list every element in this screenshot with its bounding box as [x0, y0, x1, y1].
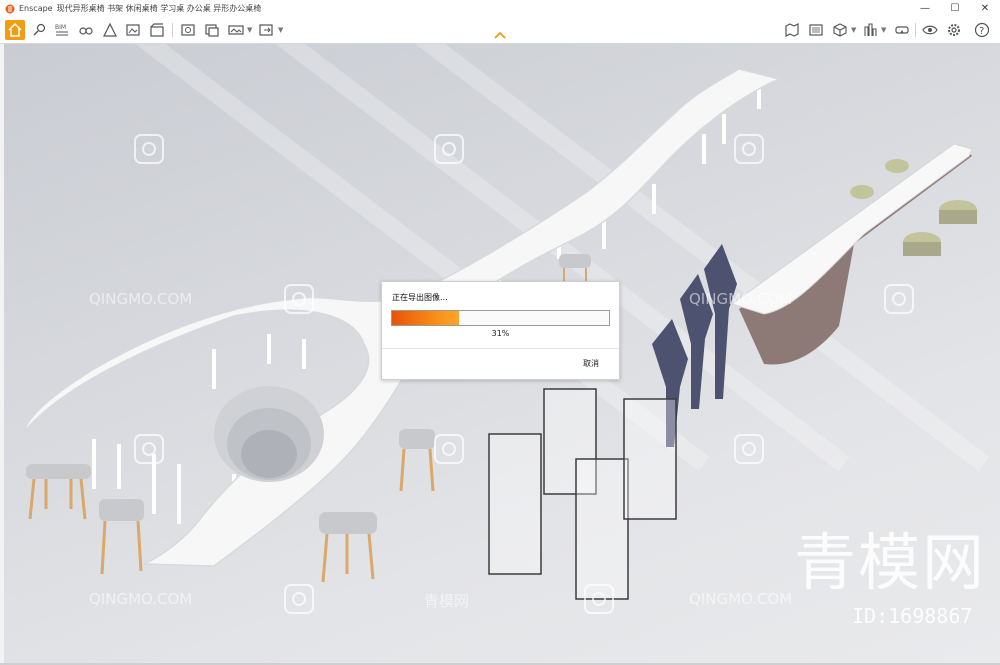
- watermark-logo-icon: [134, 134, 164, 164]
- video-icon: [150, 23, 164, 37]
- toolbar-separator: [172, 23, 173, 37]
- batch-render-button[interactable]: [202, 20, 222, 40]
- map-button[interactable]: [782, 20, 802, 40]
- title-bar: Enscape 现代异形桌椅 书架 休闲桌椅 学习桌 办公桌 异形办公桌椅 — …: [0, 0, 1000, 18]
- visual-settings-button[interactable]: [920, 20, 940, 40]
- site-context-dropdown-icon[interactable]: ▼: [881, 26, 886, 34]
- collapse-toolbar-chevron-icon[interactable]: [494, 30, 506, 40]
- export-button[interactable]: [256, 20, 276, 40]
- cube-icon: [833, 23, 847, 37]
- help-button[interactable]: ?: [972, 20, 992, 40]
- home-icon: [8, 22, 22, 37]
- magazine-racks: [488, 388, 677, 600]
- views-icon: [79, 27, 93, 35]
- watermark-logo-icon: [284, 584, 314, 614]
- dialog-title: 正在导出图像...: [392, 293, 448, 302]
- watermark-text: QINGMO.COM: [689, 590, 793, 608]
- watermark-id: ID:1698867: [852, 604, 973, 628]
- svg-text:?: ?: [979, 26, 984, 37]
- maximize-button[interactable]: ☐: [940, 0, 970, 17]
- export-progress-dialog: 正在导出图像... 31% 取消: [381, 281, 620, 380]
- live-link-icon: [33, 23, 46, 36]
- home-button[interactable]: [5, 20, 25, 40]
- screenshot-button[interactable]: [178, 20, 198, 40]
- close-button[interactable]: ✕: [970, 0, 1000, 17]
- progress-bar: [391, 310, 610, 326]
- watermark-logo-icon: [734, 134, 764, 164]
- help-icon: ?: [974, 22, 990, 38]
- export-dropdown-icon[interactable]: ▼: [278, 26, 283, 34]
- panorama-button[interactable]: [226, 20, 246, 40]
- enscape-logo-icon: [5, 4, 15, 13]
- watermark-logo-icon: [434, 134, 464, 164]
- cube-dropdown-icon[interactable]: ▼: [851, 26, 856, 34]
- watermark-brand: 青模网: [794, 526, 987, 599]
- assets-button[interactable]: [100, 20, 120, 40]
- minimize-button[interactable]: —: [910, 0, 940, 17]
- cube-button[interactable]: [830, 20, 850, 40]
- site-context-button[interactable]: [860, 20, 880, 40]
- app-name: Enscape: [19, 4, 53, 13]
- atmosphere-button[interactable]: [123, 20, 143, 40]
- stepped-seating: [214, 386, 324, 482]
- watermark-logo-icon: [884, 284, 914, 314]
- progress-percent: 31%: [491, 329, 510, 338]
- video-editor-button[interactable]: [147, 20, 167, 40]
- gallery-icon: [809, 24, 823, 36]
- watermark-logo-icon: [284, 284, 314, 314]
- bim-button[interactable]: BIM: [52, 20, 72, 40]
- watermark-logo-icon: [434, 434, 464, 464]
- watermark-text-cn: 青模网: [424, 592, 470, 610]
- vr-button[interactable]: [892, 20, 912, 40]
- progress-fill: [392, 311, 460, 325]
- watermark-logo-icon: [734, 434, 764, 464]
- map-icon: [785, 23, 799, 37]
- batch-render-icon: [205, 24, 219, 37]
- watermark-text: QINGMO.COM: [89, 590, 193, 608]
- bim-icon: BIM: [55, 24, 68, 36]
- screenshot-icon: [181, 24, 195, 36]
- watermark-text: QINGMO.COM: [89, 290, 193, 308]
- watermark-text: QINGMO.COM: [689, 290, 793, 308]
- panorama-dropdown-icon[interactable]: ▼: [247, 26, 252, 34]
- vr-icon: [895, 26, 909, 34]
- settings-icon: [948, 24, 960, 36]
- toolbar-separator-right: [915, 23, 916, 37]
- site-context-icon: [864, 23, 877, 36]
- svg-text:BIM: BIM: [55, 24, 66, 31]
- atmosphere-icon: [126, 24, 140, 36]
- panorama-icon: [228, 25, 244, 35]
- watermark-logo-icon: [584, 584, 614, 614]
- window-title: 现代异形桌椅 书架 休闲桌椅 学习桌 办公桌 异形办公桌椅: [56, 4, 262, 13]
- export-icon: [259, 24, 273, 36]
- views-button[interactable]: [76, 20, 96, 40]
- assets-icon: [103, 22, 117, 37]
- visual-settings-icon: [922, 25, 938, 35]
- cancel-button[interactable]: 取消: [583, 358, 599, 369]
- dialog-divider: [382, 348, 619, 349]
- settings-button[interactable]: [944, 20, 964, 40]
- live-link-button[interactable]: [29, 20, 49, 40]
- watermark-logo-icon: [134, 434, 164, 464]
- gallery-button[interactable]: [806, 20, 826, 40]
